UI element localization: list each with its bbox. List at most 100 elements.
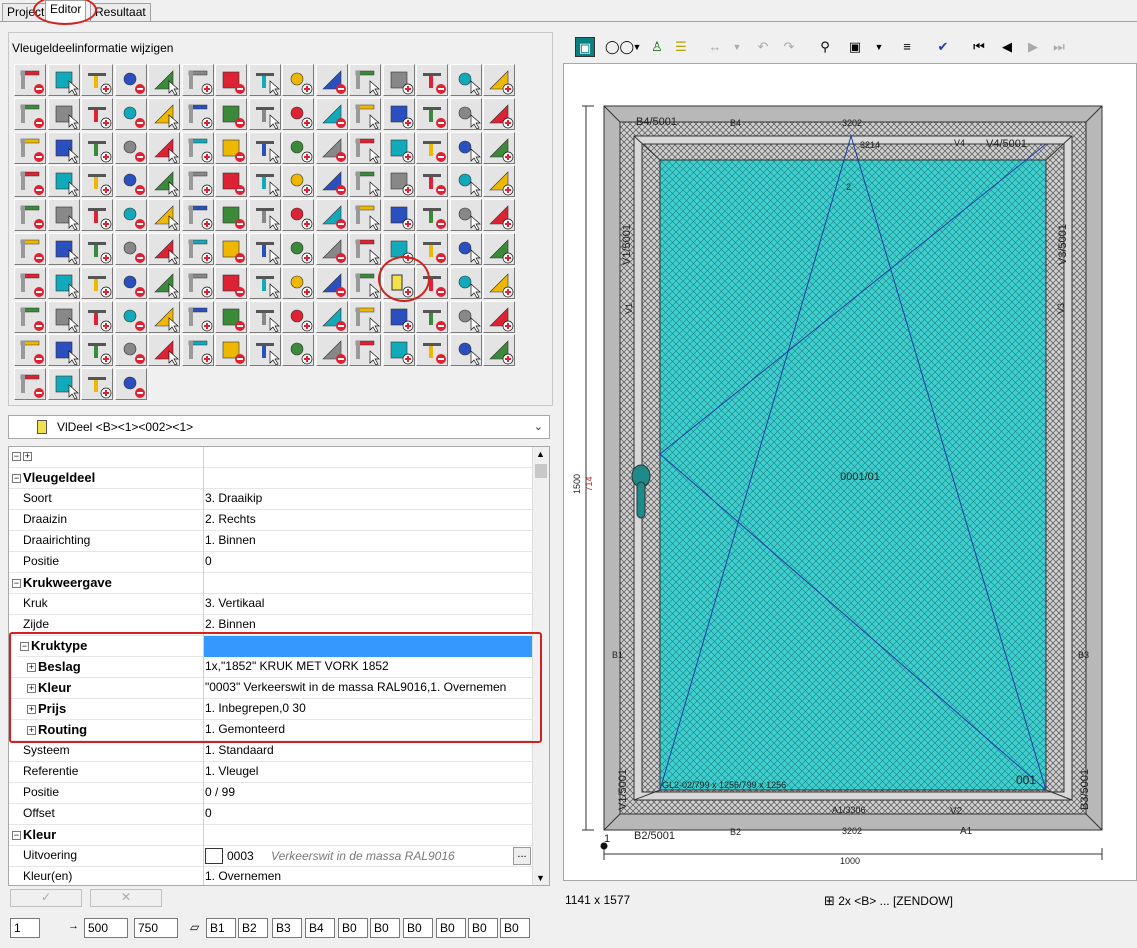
tool-button[interactable] <box>382 334 415 367</box>
tool-button[interactable] <box>382 97 415 130</box>
tool-button[interactable] <box>315 97 348 130</box>
bottom-field[interactable]: B3 <box>272 918 302 938</box>
tool-button[interactable] <box>81 300 113 333</box>
tool-button[interactable] <box>114 97 147 130</box>
prop-value[interactable]: 0 <box>204 804 533 825</box>
tool-button[interactable] <box>215 165 247 198</box>
expand-icon[interactable]: + <box>27 684 36 693</box>
prop-value[interactable]: 2. Binnen <box>204 615 533 636</box>
scroll-up-icon[interactable]: ▲ <box>536 449 545 459</box>
zoom-icon[interactable]: ⚲ <box>815 37 835 57</box>
tool-button[interactable] <box>483 97 515 130</box>
tool-button[interactable] <box>248 165 281 198</box>
tool-button[interactable] <box>47 199 80 232</box>
tool-button[interactable] <box>114 165 147 198</box>
tab-editor[interactable]: Editor <box>45 0 87 22</box>
prop-value[interactable]: "0003" Verkeerswit in de massa RAL9016,1… <box>204 678 533 699</box>
tool-button[interactable] <box>81 97 113 130</box>
bottom-field[interactable]: 500 <box>84 918 128 938</box>
tool-button[interactable] <box>14 131 46 164</box>
expand-icon[interactable]: + <box>27 663 36 672</box>
prop-value[interactable]: 3. Vertikaal <box>204 594 533 615</box>
confirm-button[interactable]: ✓ <box>10 889 82 907</box>
prop-value[interactable]: 0 <box>204 552 533 573</box>
tool-button[interactable] <box>181 199 214 232</box>
tool-button[interactable] <box>483 233 515 265</box>
expand-icon[interactable]: + <box>27 726 36 735</box>
tool-button[interactable] <box>14 334 46 367</box>
tool-button[interactable] <box>449 131 482 164</box>
tool-button[interactable] <box>47 64 80 96</box>
tool-button[interactable] <box>449 334 482 367</box>
bottom-field[interactable]: B2 <box>238 918 268 938</box>
tool-button[interactable] <box>416 131 448 164</box>
prop-value[interactable]: 1. Inbegrepen,0 30 <box>204 699 533 720</box>
tool-button[interactable] <box>81 266 113 299</box>
tool-button[interactable] <box>81 165 113 198</box>
prop-row-kleuren[interactable]: Kleur(en) 1. Overnemen <box>9 867 533 885</box>
window-view-icon[interactable]: ▣ <box>575 37 595 57</box>
tool-button[interactable] <box>349 266 381 299</box>
tool-button[interactable] <box>349 300 381 333</box>
tool-button[interactable] <box>349 97 381 130</box>
tool-button[interactable] <box>114 199 147 232</box>
tool-button[interactable] <box>47 334 80 367</box>
tool-button[interactable] <box>416 97 448 130</box>
tool-button[interactable] <box>248 131 281 164</box>
tool-button[interactable] <box>416 334 448 367</box>
bottom-field[interactable]: B0 <box>500 918 530 938</box>
previous-icon[interactable]: ◀ <box>997 37 1017 57</box>
tool-button[interactable] <box>14 300 46 333</box>
tool-button[interactable] <box>315 233 348 265</box>
tool-button[interactable] <box>181 64 214 96</box>
bottom-field[interactable]: B0 <box>370 918 400 938</box>
tool-button[interactable] <box>14 199 46 232</box>
tool-button[interactable] <box>282 199 314 232</box>
prop-value[interactable]: 1. Gemonteerd <box>204 720 533 741</box>
tool-button[interactable] <box>382 300 415 333</box>
collapse-icon[interactable]: − <box>20 642 29 651</box>
tool-button[interactable] <box>382 266 415 299</box>
layers-icon[interactable]: ☰ <box>671 37 691 57</box>
prop-value[interactable]: 1. Binnen <box>204 531 533 552</box>
tool-button[interactable] <box>416 64 448 96</box>
category-krukweergave[interactable]: − Krukweergave <box>9 573 533 594</box>
tool-button[interactable] <box>382 64 415 96</box>
person-icon[interactable]: ♙ <box>647 37 667 57</box>
undo-icon[interactable]: ↶ <box>753 37 773 57</box>
tool-button[interactable] <box>349 165 381 198</box>
tool-button[interactable] <box>215 266 247 299</box>
tool-button[interactable] <box>483 165 515 198</box>
tool-button[interactable] <box>181 233 214 265</box>
tool-button[interactable] <box>215 199 247 232</box>
tool-button[interactable] <box>282 165 314 198</box>
tool-button[interactable] <box>282 266 314 299</box>
tool-button[interactable] <box>449 233 482 265</box>
tool-button[interactable] <box>81 334 113 367</box>
tool-button[interactable] <box>215 97 247 130</box>
tool-button[interactable] <box>114 64 147 96</box>
expand-all-icon[interactable]: + <box>23 452 32 461</box>
tool-button[interactable] <box>215 334 247 367</box>
tool-button[interactable] <box>81 131 113 164</box>
tool-button[interactable] <box>349 233 381 265</box>
prop-value[interactable]: 2. Rechts <box>204 510 533 531</box>
selected-value-cell[interactable] <box>204 636 533 657</box>
prop-value[interactable]: 1. Standaard <box>204 741 533 762</box>
prop-row-referentie[interactable]: Referentie 1. Vleugel <box>9 762 533 783</box>
glasses-icon[interactable]: ◯◯ <box>605 37 634 57</box>
tool-button[interactable] <box>47 300 80 333</box>
tool-button[interactable] <box>215 300 247 333</box>
tool-button[interactable] <box>483 199 515 232</box>
tool-button[interactable] <box>416 199 448 232</box>
tool-button[interactable] <box>349 334 381 367</box>
chevron-down-icon[interactable]: ▼ <box>627 37 647 57</box>
tool-button[interactable] <box>349 64 381 96</box>
tool-button[interactable] <box>248 334 281 367</box>
tool-button[interactable] <box>483 266 515 299</box>
tool-button[interactable] <box>483 334 515 367</box>
prop-value[interactable]: 1. Vleugel <box>204 762 533 783</box>
tool-button[interactable] <box>148 199 180 232</box>
tool-button[interactable] <box>315 165 348 198</box>
prop-row-zijde[interactable]: Zijde 2. Binnen <box>9 615 533 636</box>
